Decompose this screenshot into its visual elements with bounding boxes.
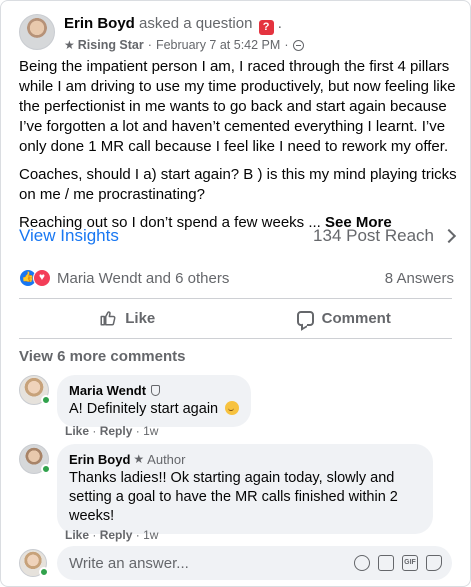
current-user-avatar (19, 549, 49, 577)
comment-like-button[interactable]: Like (65, 528, 89, 542)
meta-separator: · (284, 38, 289, 52)
post-reach[interactable]: 134 Post Reach (313, 226, 457, 246)
meta-separator: · (135, 424, 140, 438)
post-body: Being the impatient person I am, I raced… (19, 57, 457, 241)
commenter-avatar[interactable] (19, 375, 51, 405)
view-more-comments[interactable]: View 6 more comments (19, 348, 185, 365)
author-tag: Author (147, 452, 186, 467)
camera-icon[interactable] (378, 555, 394, 571)
commenter-avatar[interactable] (19, 444, 51, 474)
comment-time[interactable]: 1w (143, 528, 158, 542)
comment-item: Erin Boyd ★ Author Thanks ladies!! Ok st… (19, 444, 433, 534)
answer-input-wrapper: GIF (57, 546, 452, 580)
post-action-suffix: . (277, 15, 282, 32)
thumbs-up-icon (100, 311, 116, 326)
meta-separator: · (92, 424, 97, 438)
online-status-indicator (39, 567, 49, 577)
comment-icon (296, 310, 314, 326)
post-paragraph: Being the impatient person I am, I raced… (19, 58, 456, 155)
comment-reply-button[interactable]: Reply (100, 424, 133, 438)
comment-bubble: Erin Boyd ★ Author Thanks ladies!! Ok st… (57, 444, 433, 534)
online-status-indicator (41, 464, 51, 474)
divider (19, 338, 452, 339)
post-actions: Like Comment (19, 299, 452, 337)
reactions-row: 👍 ♥ Maria Wendt and 6 others 8 Answers (19, 268, 454, 288)
meta-separator: · (147, 38, 152, 52)
view-insights-link[interactable]: View Insights (19, 226, 119, 246)
author-avatar[interactable] (19, 14, 55, 50)
author-name[interactable]: Erin Boyd (64, 15, 135, 32)
question-post-card: Erin Boyd asked a question ? . ★ Rising … (0, 0, 471, 587)
star-icon: ★ (64, 38, 75, 52)
post-paragraph: Coaches, should I a) start again? B ) is… (19, 166, 457, 203)
post-timestamp[interactable]: February 7 at 5:42 PM (156, 36, 280, 54)
question-icon: ? (258, 20, 274, 35)
comment-meta: Like · Reply · 1w (65, 424, 158, 438)
comment-bubble: Maria Wendt A! Definitely start again (57, 375, 252, 427)
insights-row: View Insights 134 Post Reach (19, 223, 457, 249)
meta-separator: · (135, 528, 140, 542)
online-status-indicator (41, 395, 51, 405)
like-button-label: Like (125, 309, 156, 327)
post-header: Erin Boyd asked a question ? . ★ Rising … (19, 14, 452, 54)
reactions-summary[interactable]: 👍 ♥ Maria Wendt and 6 others (19, 269, 229, 287)
comment-item: Maria Wendt A! Definitely start again (19, 375, 252, 427)
comment-meta: Like · Reply · 1w (65, 528, 158, 542)
comment-text: A! Definitely start again (69, 401, 219, 417)
smile-emoji-icon (225, 401, 240, 415)
answer-input[interactable] (69, 554, 346, 572)
sticker-icon[interactable] (426, 555, 442, 571)
rising-star-badge[interactable]: Rising Star (78, 36, 144, 54)
comment-reply-button[interactable]: Reply (100, 528, 133, 542)
love-reaction-icon: ♥ (33, 269, 51, 287)
emoji-icon[interactable] (354, 555, 370, 571)
shield-icon (151, 385, 161, 396)
comment-like-button[interactable]: Like (65, 424, 89, 438)
post-reach-label: 134 Post Reach (313, 226, 434, 245)
star-icon: ★ (133, 452, 145, 466)
gif-icon[interactable]: GIF (402, 555, 418, 571)
post-action-text: asked a question (139, 15, 253, 32)
answers-count[interactable]: 8 Answers (385, 270, 454, 287)
chevron-right-icon (441, 228, 457, 244)
meta-separator: · (92, 528, 97, 542)
globe-icon (293, 39, 305, 51)
commenter-name[interactable]: Maria Wendt (69, 382, 146, 399)
comment-button[interactable]: Comment (236, 299, 453, 337)
comment-time[interactable]: 1w (143, 424, 158, 438)
answer-composer: GIF (19, 545, 452, 581)
like-button[interactable]: Like (19, 299, 236, 337)
commenter-name[interactable]: Erin Boyd (69, 451, 130, 468)
comment-button-label: Comment (321, 309, 391, 327)
comment-text: Thanks ladies!! Ok starting again today,… (69, 470, 398, 524)
reactions-names: Maria Wendt and 6 others (57, 269, 230, 287)
